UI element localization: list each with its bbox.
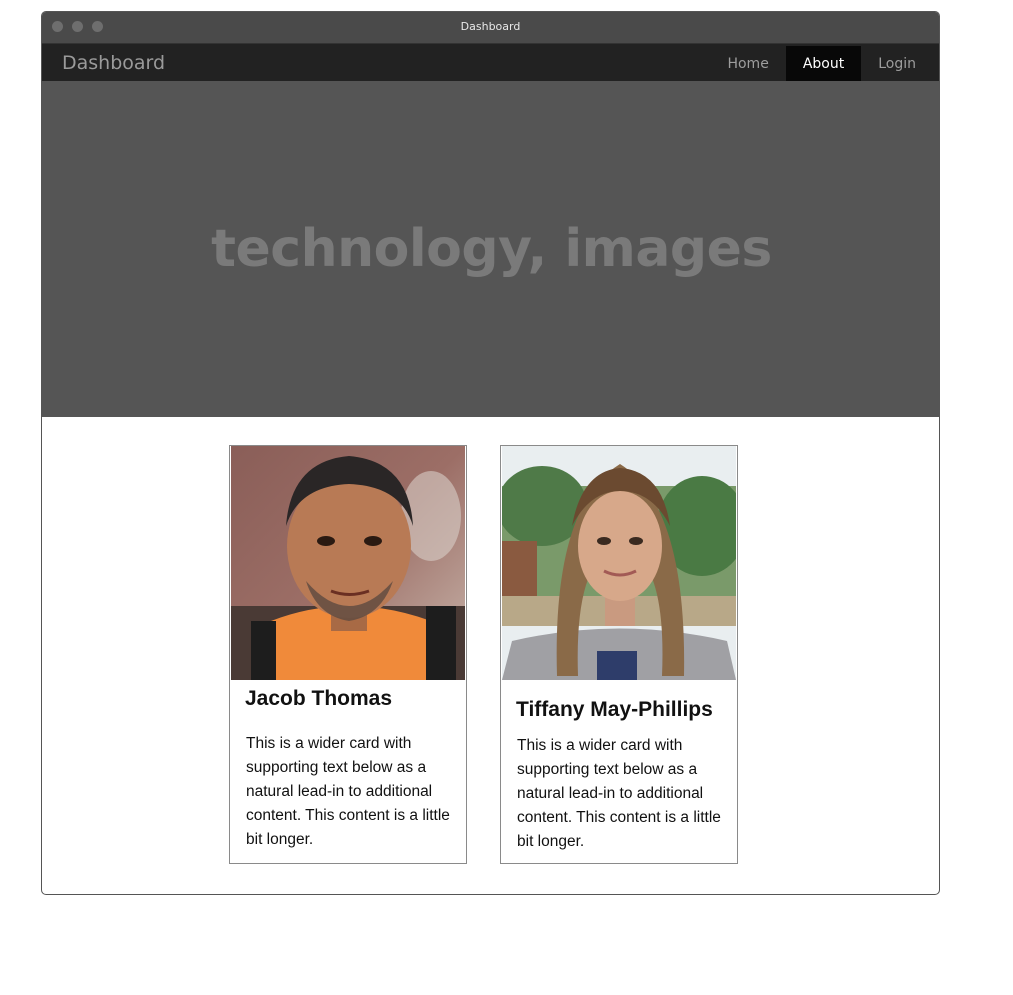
nav-link-login[interactable]: Login xyxy=(861,46,933,82)
person-portrait-image xyxy=(502,446,736,680)
profile-card: Tiffany May-Phillips This is a wider car… xyxy=(500,445,738,864)
profile-photo xyxy=(231,446,465,680)
hero-image-placeholder: technology, images xyxy=(42,81,939,417)
navbar-brand[interactable]: Dashboard xyxy=(62,52,165,74)
navbar: Dashboard Home About Login xyxy=(42,43,939,82)
card-title: Jacob Thomas xyxy=(245,687,393,710)
browser-window: Dashboard Dashboard Home About Login tec… xyxy=(41,11,940,895)
profile-card: Jacob Thomas This is a wider card with s… xyxy=(229,445,467,864)
profile-photo xyxy=(502,446,736,680)
window-title: Dashboard xyxy=(460,20,521,33)
nav-link-home[interactable]: Home xyxy=(710,46,785,82)
window-titlebar: Dashboard xyxy=(42,12,939,43)
card-title: Tiffany May-Phillips xyxy=(516,698,713,721)
card-text: This is a wider card with supporting tex… xyxy=(246,735,450,848)
nav-link-about[interactable]: About xyxy=(785,46,862,82)
person-portrait-image xyxy=(231,446,465,680)
nav-links: Home About Login xyxy=(710,46,933,82)
card-text: This is a wider card with supporting tex… xyxy=(517,737,721,850)
hero-placeholder-text: technology, images xyxy=(211,219,772,279)
